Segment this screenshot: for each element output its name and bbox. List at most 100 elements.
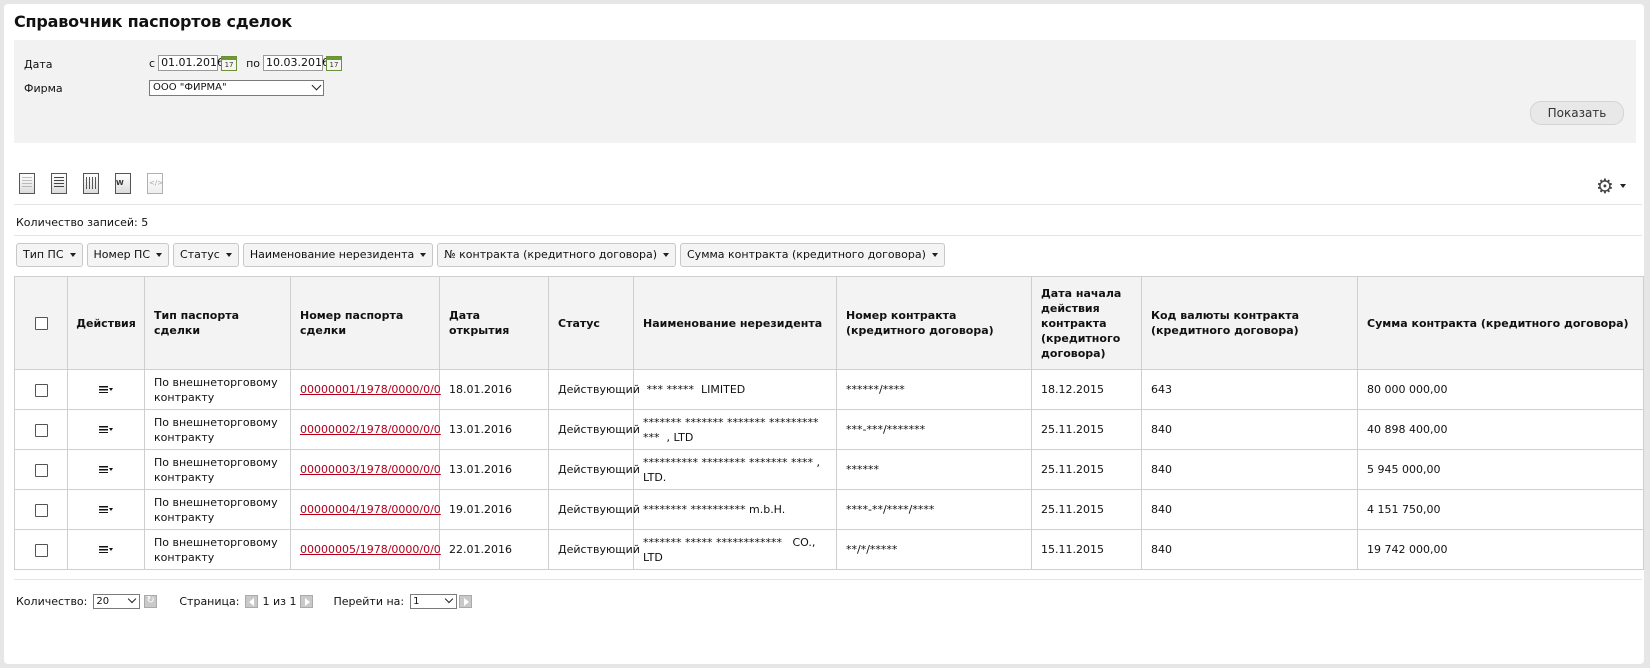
cell-opened: 13.01.2016	[439, 409, 549, 450]
col-actions: Действия	[67, 276, 145, 370]
row-checkbox[interactable]	[34, 423, 48, 437]
row-actions-cell	[67, 369, 145, 410]
date-to-input[interactable]: 10.03.2016	[262, 55, 329, 71]
filter-panel: Дата с 01.01.2016 17 по 10.03.2016 17 Фи…	[14, 40, 1636, 143]
row-checkbox[interactable]	[34, 463, 48, 477]
word-tag: W	[116, 179, 124, 187]
qty-label: Количество:	[16, 595, 88, 608]
chevron-down-icon	[311, 80, 322, 91]
select-all-cell	[14, 276, 68, 370]
cell-number: 00000001/1978/0000/0/0	[290, 369, 441, 410]
report-icon[interactable]	[48, 172, 70, 196]
filter-chip-name[interactable]: Наименование нерезидента	[242, 243, 434, 267]
row-select-cell	[14, 529, 68, 570]
row-actions-cell	[67, 449, 145, 490]
calendar-icon[interactable]: 17	[221, 55, 238, 71]
cell-name: ******** ********** m.b.H.	[633, 489, 837, 530]
filter-chip-sum[interactable]: Сумма контракта (кредитного договора)	[680, 243, 945, 267]
cell-type: По внешнеторговому контракту	[144, 489, 291, 530]
to-prefix: по	[246, 56, 260, 70]
arrow-left-icon	[249, 598, 255, 606]
settings-menu[interactable]: ⚙	[1596, 176, 1626, 196]
filter-chip-contract[interactable]: № контракта (кредитного договора)	[437, 243, 676, 267]
cell-opened: 22.01.2016	[439, 529, 549, 570]
firm-select-value: ООО "ФИРМА"	[153, 82, 227, 93]
divider	[14, 579, 1642, 580]
chevron-down-icon	[931, 253, 938, 257]
calendar-icon[interactable]: 17	[325, 55, 342, 71]
select-all-checkbox[interactable]	[34, 317, 48, 330]
passport-link[interactable]: 00000002/1978/0000/0/0	[300, 423, 441, 436]
arrow-right-icon	[464, 598, 470, 606]
prev-page-button[interactable]	[245, 595, 259, 608]
passport-link[interactable]: 00000005/1978/0000/0/0	[300, 543, 441, 556]
page: Справочник паспортов сделок Дата с 01.01…	[4, 4, 1644, 664]
cell-start: 18.12.2015	[1031, 369, 1142, 410]
cell-sum: 4 151 750,00	[1357, 489, 1644, 530]
date-label: Дата	[24, 58, 53, 71]
cell-contract: ******/****	[836, 369, 1032, 410]
menu-icon[interactable]	[99, 506, 113, 513]
cell-type: По внешнеторговому контракту	[144, 409, 291, 450]
row-checkbox[interactable]	[34, 543, 48, 557]
menu-icon[interactable]	[99, 386, 113, 393]
filter-chip-type[interactable]: Тип ПС	[16, 243, 83, 267]
cell-status: Действующий	[548, 409, 640, 450]
cell-type: По внешнеторговому контракту	[144, 369, 291, 410]
cell-currency: 840	[1141, 449, 1358, 490]
document-icon[interactable]	[16, 172, 38, 196]
passport-link[interactable]: 00000001/1978/0000/0/0	[300, 383, 441, 396]
passport-link[interactable]: 00000003/1978/0000/0/0	[300, 463, 441, 476]
gear-icon: ⚙	[1596, 174, 1614, 198]
page-indicator: 1 из 1	[262, 595, 297, 608]
page-title: Справочник паспортов сделок	[14, 12, 293, 31]
cell-number: 00000003/1978/0000/0/0	[290, 449, 441, 490]
table-row: По внешнеторговому контракту 00000004/19…	[14, 489, 1644, 530]
table-row: По внешнеторговому контракту 00000005/19…	[14, 529, 1644, 570]
cell-currency: 840	[1141, 409, 1358, 450]
excel-icon[interactable]	[80, 172, 102, 196]
firm-label: Фирма	[24, 82, 63, 95]
export-toolbar: W </>	[16, 172, 166, 196]
page-size-select[interactable]: 20	[93, 594, 141, 609]
cell-status: Действующий	[548, 489, 640, 530]
word-icon[interactable]: W	[112, 172, 134, 196]
refresh-button[interactable]: ↻	[144, 595, 158, 608]
table-row: По внешнеторговому контракту 00000003/19…	[14, 449, 1644, 490]
cell-name: ********** ******** ******* **** , LTD.	[633, 449, 837, 490]
cell-contract: ******	[836, 449, 1032, 490]
passport-link[interactable]: 00000004/1978/0000/0/0	[300, 503, 441, 516]
cell-currency: 643	[1141, 369, 1358, 410]
col-opened: Дата открытия	[439, 276, 549, 370]
chip-label: Тип ПС	[23, 248, 64, 261]
chevron-down-icon	[663, 253, 669, 257]
goto-button[interactable]	[459, 595, 473, 608]
chevron-down-icon	[225, 253, 232, 257]
row-select-cell	[14, 409, 68, 450]
date-from-input[interactable]: 01.01.2016	[158, 55, 224, 71]
row-checkbox[interactable]	[34, 383, 48, 397]
menu-icon[interactable]	[99, 466, 113, 473]
xml-icon[interactable]: </>	[144, 172, 166, 196]
col-number: Номер паспорта сделки	[290, 276, 440, 370]
cell-contract: ***-***/*******	[836, 409, 1032, 450]
records-count: Количество записей: 5	[16, 216, 149, 229]
cell-contract: ****-**/****/****	[836, 489, 1032, 530]
col-currency: Код валюты контракта (кредитного договор…	[1141, 276, 1358, 370]
cell-status: Действующий	[548, 369, 640, 410]
chip-label: Статус	[180, 248, 220, 261]
filter-chip-status[interactable]: Статус	[173, 243, 239, 267]
divider	[14, 204, 1642, 205]
cell-start: 25.11.2015	[1031, 489, 1142, 530]
menu-icon[interactable]	[99, 546, 113, 553]
goto-page-select[interactable]: 1	[410, 594, 458, 609]
row-checkbox[interactable]	[34, 503, 48, 517]
passports-table: Действия Тип паспорта сделки Номер паспо…	[14, 276, 1644, 570]
menu-icon[interactable]	[99, 426, 113, 433]
filter-chip-number[interactable]: Номер ПС	[86, 243, 170, 267]
firm-select[interactable]: ООО "ФИРМА"	[149, 80, 324, 96]
refresh-icon: ↻	[146, 595, 155, 606]
next-page-button[interactable]	[300, 595, 314, 608]
show-button[interactable]: Показать	[1530, 101, 1624, 125]
cell-opened: 19.01.2016	[439, 489, 549, 530]
